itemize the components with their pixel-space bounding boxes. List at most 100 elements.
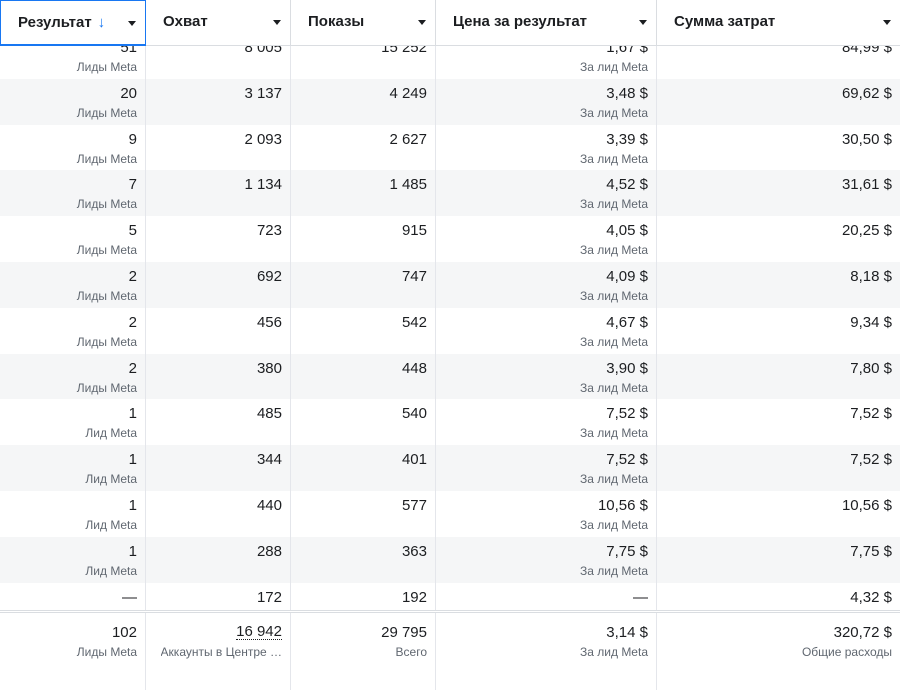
reach-value: 485 <box>256 405 282 423</box>
reach-cell: 456 <box>146 307 291 354</box>
amount-spent-cell: 7,52 $ <box>657 445 900 491</box>
result-value: 7 <box>128 176 137 194</box>
result-value: 51 <box>120 46 137 56</box>
cost-per-result-unit: За лид Meta <box>580 563 648 578</box>
column-header-label: Цена за результат <box>453 13 588 30</box>
summary-spend-unit: Общие расходы <box>801 645 892 659</box>
result-value: 1 <box>128 496 137 514</box>
cost-per-result-value: 3,48 $ <box>606 84 648 102</box>
cost-per-result-value: 10,56 $ <box>597 496 648 514</box>
table-row[interactable]: 2 Лиды Meta 456 542 4,67 $ За лид Meta 9,34 $ <box>0 307 900 354</box>
summary-reach-unit: Аккаунты в Центре … <box>160 645 282 659</box>
cost-per-result-unit: За лид Meta <box>580 60 648 74</box>
cost-per-result-value: 3,39 $ <box>606 130 648 148</box>
summary-row: 102 Лиды Meta 16 942 Аккаунты в Центре …… <box>0 610 900 690</box>
result-unit: Лиды Meta <box>76 334 137 349</box>
table-row[interactable]: 1 Лид Meta 485 540 7,52 $ За лид Meta 7,52 $ <box>0 399 900 446</box>
result-cell: 7 Лиды Meta <box>0 170 146 217</box>
result-cell: 51 Лиды Meta <box>0 46 146 79</box>
reach-value: 380 <box>256 359 282 377</box>
column-header-label: Охват <box>163 13 208 30</box>
column-header-cost-per-result[interactable]: Цена за результат <box>436 0 657 46</box>
summary-cpr-value: 3,14 $ <box>606 624 648 641</box>
amount-spent-value: 10,56 $ <box>841 496 892 514</box>
dropdown-caret-icon[interactable] <box>128 21 136 26</box>
cost-per-result-cell: 3,48 $ За лид Meta <box>436 78 657 125</box>
reach-value: 8 005 <box>244 46 282 56</box>
dropdown-caret-icon[interactable] <box>883 20 891 25</box>
table-header: Результат ↓ Охват Показы Цена за результа… <box>0 0 900 46</box>
dropdown-caret-icon[interactable] <box>273 20 281 25</box>
cost-per-result-cell: 7,52 $ За лид Meta <box>436 399 657 446</box>
table-row[interactable]: 1 Лид Meta 288 363 7,75 $ За лид Meta 7,75 $ <box>0 536 900 583</box>
reach-value: 692 <box>256 267 282 285</box>
summary-reach-cell: 16 942 Аккаунты в Центре … <box>146 613 291 690</box>
reach-cell: 1 134 <box>146 170 291 217</box>
cost-per-result-value: 7,52 $ <box>606 405 648 423</box>
reach-cell: 440 <box>146 490 291 537</box>
table-row[interactable]: 2 Лиды Meta 380 448 3,90 $ За лид Meta 7,80 $ <box>0 353 900 400</box>
impressions-cell: 540 <box>291 399 436 446</box>
table-row[interactable]: 7 Лиды Meta 1 134 1 485 4,52 $ За лид Meta 31,… <box>0 170 900 217</box>
summary-spend-cell: 320,72 $ Общие расходы <box>657 613 900 690</box>
result-unit: Лиды Meta <box>76 105 137 120</box>
column-header-reach[interactable]: Охват <box>146 0 291 46</box>
table-row[interactable]: 51 Лиды Meta 8 005 15 252 1,67 $ За лид Meta 8… <box>0 46 900 79</box>
column-header-impressions[interactable]: Показы <box>291 0 436 46</box>
impressions-value: 363 <box>401 542 427 560</box>
summary-spend-value: 320,72 $ <box>833 624 892 641</box>
amount-spent-cell: 10,56 $ <box>657 491 900 537</box>
amount-spent-value: 69,62 $ <box>841 84 892 102</box>
amount-spent-cell: 9,34 $ <box>657 308 900 354</box>
result-unit: Лиды Meta <box>76 243 137 258</box>
dropdown-caret-icon[interactable] <box>418 20 426 25</box>
reach-cell: 380 <box>146 353 291 400</box>
cost-per-result-unit: За лид Meta <box>580 472 648 487</box>
impressions-value: 192 <box>401 588 427 606</box>
table-row[interactable]: 1 Лид Meta 440 577 10,56 $ За лид Meta 10,56 $ <box>0 490 900 537</box>
cost-per-result-unit: За лид Meta <box>580 426 648 441</box>
cost-per-result-value: 4,09 $ <box>606 267 648 285</box>
result-value: — <box>122 588 137 606</box>
table-row[interactable]: —Лид Meta 172 192 —За лид Meta 4,32 $ <box>0 582 900 610</box>
summary-result-value: 102 <box>111 624 137 641</box>
cost-per-result-unit: За лид Meta <box>580 105 648 120</box>
result-unit: Лид Meta <box>85 472 137 487</box>
cost-per-result-value: 4,05 $ <box>606 222 648 240</box>
reach-cell: 8 005 <box>146 46 291 79</box>
result-cell: 1 Лид Meta <box>0 399 146 446</box>
impressions-value: 15 252 <box>381 46 427 56</box>
column-header-amount-spent[interactable]: Сумма затрат <box>657 0 900 46</box>
cost-per-result-cell: 3,39 $ За лид Meta <box>436 124 657 171</box>
dropdown-caret-icon[interactable] <box>639 20 647 25</box>
result-cell: 9 Лиды Meta <box>0 124 146 171</box>
result-cell: 2 Лиды Meta <box>0 307 146 354</box>
table-row[interactable]: 5 Лиды Meta 723 915 4,05 $ За лид Meta 20,25 $ <box>0 216 900 262</box>
impressions-value: 2 627 <box>389 130 427 148</box>
result-value: 1 <box>128 542 137 560</box>
amount-spent-value: 84,99 $ <box>841 46 892 56</box>
cost-per-result-value: 3,90 $ <box>606 359 648 377</box>
reach-cell: 344 <box>146 445 291 491</box>
summary-reach-value[interactable]: 16 942 <box>236 624 282 640</box>
cost-per-result-unit: За лид Meta <box>580 151 648 166</box>
cost-per-result-cell: 4,52 $ За лид Meta <box>436 170 657 217</box>
summary-result-unit: Лиды Meta <box>76 645 137 659</box>
impressions-cell: 577 <box>291 490 436 537</box>
table-row[interactable]: 9 Лиды Meta 2 093 2 627 3,39 $ За лид Meta 30,… <box>0 124 900 171</box>
table-body[interactable]: 51 Лиды Meta 8 005 15 252 1,67 $ За лид Meta 8… <box>0 46 900 610</box>
summary-result-cell: 102 Лиды Meta <box>0 613 146 690</box>
reach-value: 172 <box>256 588 282 606</box>
table-row[interactable]: 1 Лид Meta 344 401 7,52 $ За лид Meta 7,52 $ <box>0 445 900 491</box>
summary-impressions-value: 29 795 <box>381 624 427 641</box>
cost-per-result-value: 7,75 $ <box>606 542 648 560</box>
table-row[interactable]: 2 Лиды Meta 692 747 4,09 $ За лид Meta 8,18 $ <box>0 261 900 308</box>
column-header-result[interactable]: Результат ↓ <box>0 0 146 46</box>
table-row[interactable]: 20 Лиды Meta 3 137 4 249 3,48 $ За лид Meta 69… <box>0 78 900 125</box>
impressions-cell: 4 249 <box>291 78 436 125</box>
result-value: 1 <box>128 451 137 469</box>
reach-cell: 3 137 <box>146 78 291 125</box>
result-value: 9 <box>128 130 137 148</box>
result-cell: 1 Лид Meta <box>0 490 146 537</box>
result-value: 5 <box>128 222 137 240</box>
